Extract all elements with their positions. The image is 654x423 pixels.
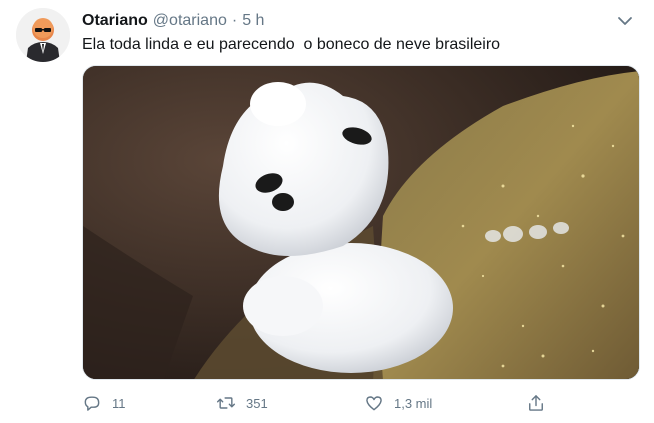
author-handle[interactable]: @otariano (153, 12, 227, 30)
retweet-button[interactable]: 351 (216, 390, 268, 416)
avatar-image (16, 8, 70, 62)
separator-dot: · (231, 12, 238, 29)
tweet-timestamp[interactable]: 5 h (242, 12, 264, 30)
avatar[interactable] (16, 8, 70, 62)
retweet-count: 351 (246, 395, 268, 411)
tweet-media-photo[interactable] (82, 65, 640, 380)
share-icon (529, 395, 543, 411)
reply-button[interactable]: 11 (82, 390, 126, 416)
tweet-card[interactable]: Otariano @otariano · 5 h Ela toda linda … (0, 0, 654, 423)
more-options-chevron-icon[interactable] (616, 12, 634, 30)
share-button[interactable] (526, 390, 546, 416)
like-count: 1,3 mil (394, 395, 433, 411)
reply-count: 11 (112, 395, 126, 411)
reply-icon (84, 396, 100, 411)
like-button[interactable]: 1,3 mil (364, 390, 432, 416)
tweet-actions: 11 351 1,3 mil (82, 390, 582, 416)
tweet-text: Ela toda linda e eu parecendo o boneco d… (82, 36, 501, 53)
heart-icon (366, 396, 382, 411)
author-display-name[interactable]: Otariano (82, 12, 148, 30)
retweet-icon (216, 397, 236, 409)
snowman-photo-icon (83, 66, 639, 379)
tweet-header: Otariano @otariano · 5 h (82, 10, 634, 32)
